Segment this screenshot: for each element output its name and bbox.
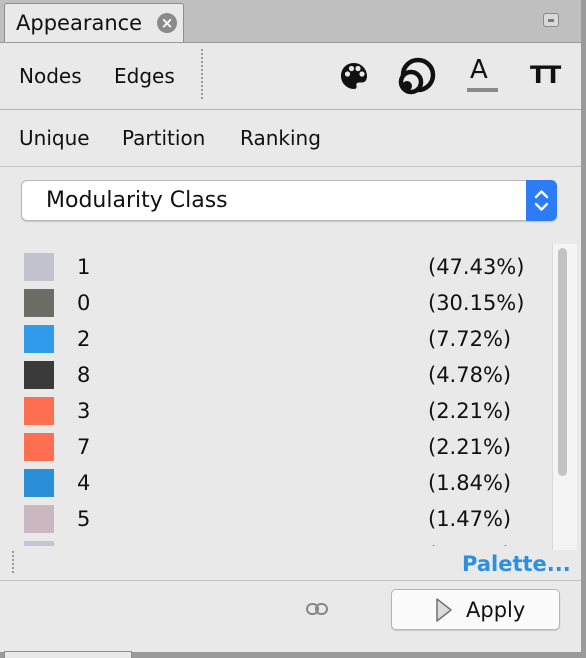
- label-size-glyph: TT: [530, 61, 561, 89]
- color-swatch[interactable]: [24, 541, 54, 546]
- partition-percent: (4.78%): [428, 363, 512, 387]
- palette-link[interactable]: Palette...: [462, 552, 571, 576]
- partition-label: 1: [77, 255, 91, 279]
- close-icon[interactable]: ×: [157, 13, 177, 33]
- color-swatch[interactable]: [24, 289, 54, 317]
- partition-label: 0: [77, 291, 91, 315]
- partition-row[interactable]: 8 (4.78%): [0, 355, 552, 391]
- tab-title: Appearance: [16, 11, 143, 35]
- tab-appearance[interactable]: Appearance ×: [4, 3, 184, 42]
- partition-row[interactable]: 3 (2.21%): [0, 391, 552, 427]
- size-icon[interactable]: [397, 57, 437, 95]
- apply-button-label: Apply: [466, 598, 526, 622]
- label-color-underline: [467, 88, 498, 92]
- color-swatch[interactable]: [24, 325, 54, 353]
- apply-button[interactable]: Apply: [391, 589, 560, 630]
- bottom-tab[interactable]: [4, 651, 132, 658]
- partition-row[interactable]: 6 (0.74%): [0, 535, 552, 546]
- partition-percent: (0.74%): [428, 543, 511, 546]
- partition-percent: (2.21%): [428, 399, 512, 423]
- partition-list: 1 (47.43%) 0 (30.15%) 2 (7.72%) 8 (4.78%) 3 (2.21…: [0, 244, 552, 546]
- partition-row[interactable]: 4 (1.84%): [0, 463, 552, 499]
- color-swatch[interactable]: [24, 433, 54, 461]
- partition-percent: (2.21%): [428, 435, 512, 459]
- minimize-icon[interactable]: [543, 13, 559, 27]
- partition-percent: (1.47%): [428, 507, 512, 531]
- scrollbar-thumb[interactable]: [558, 248, 567, 476]
- color-swatch[interactable]: [24, 253, 54, 281]
- toolbar-separator: [201, 49, 203, 99]
- color-swatch[interactable]: [24, 397, 54, 425]
- partition-row[interactable]: 2 (7.72%): [0, 319, 552, 355]
- partition-label: 4: [77, 471, 91, 495]
- partition-row[interactable]: 0 (30.15%): [0, 283, 552, 319]
- color-swatch[interactable]: [24, 505, 54, 533]
- tab-ranking[interactable]: Ranking: [240, 126, 321, 150]
- partition-percent: (1.84%): [428, 471, 512, 495]
- partition-label: 2: [77, 327, 91, 351]
- list-scrollbar[interactable]: [552, 244, 577, 550]
- palette-icon[interactable]: [339, 61, 369, 91]
- attribute-select[interactable]: Modularity Class: [21, 180, 557, 221]
- chevron-up-down-icon[interactable]: [526, 180, 557, 221]
- play-icon: [436, 598, 452, 622]
- partition-percent: (47.43%): [428, 255, 525, 279]
- attribute-select-value: Modularity Class: [46, 188, 228, 213]
- link-icon[interactable]: [306, 603, 328, 615]
- element-type-toolbar: Nodes Edges A TT: [0, 43, 581, 110]
- partition-label: 7: [77, 435, 91, 459]
- partition-percent: (30.15%): [428, 291, 525, 315]
- tab-strip: Appearance ×: [0, 0, 581, 43]
- partition-label: 5: [77, 507, 91, 531]
- mode-toolbar: Unique Partition Ranking: [0, 110, 581, 167]
- label-color-icon[interactable]: A: [467, 55, 498, 95]
- partition-label: 8: [77, 363, 91, 387]
- partition-row[interactable]: 1 (47.43%): [0, 247, 552, 283]
- partition-label: 6: [77, 543, 90, 546]
- footer-separator: [0, 580, 581, 581]
- tab-edges[interactable]: Edges: [114, 64, 175, 88]
- partition-percent: (7.72%): [428, 327, 512, 351]
- tab-unique[interactable]: Unique: [19, 126, 90, 150]
- tab-nodes[interactable]: Nodes: [19, 64, 82, 88]
- color-swatch[interactable]: [24, 361, 54, 389]
- label-size-icon[interactable]: TT: [530, 61, 566, 91]
- tab-partition[interactable]: Partition: [122, 126, 205, 150]
- partition-row[interactable]: 7 (2.21%): [0, 427, 552, 463]
- label-color-glyph: A: [470, 55, 488, 85]
- resize-handle[interactable]: [12, 551, 14, 573]
- partition-label: 3: [77, 399, 91, 423]
- color-swatch[interactable]: [24, 469, 54, 497]
- partition-row[interactable]: 5 (1.47%): [0, 499, 552, 535]
